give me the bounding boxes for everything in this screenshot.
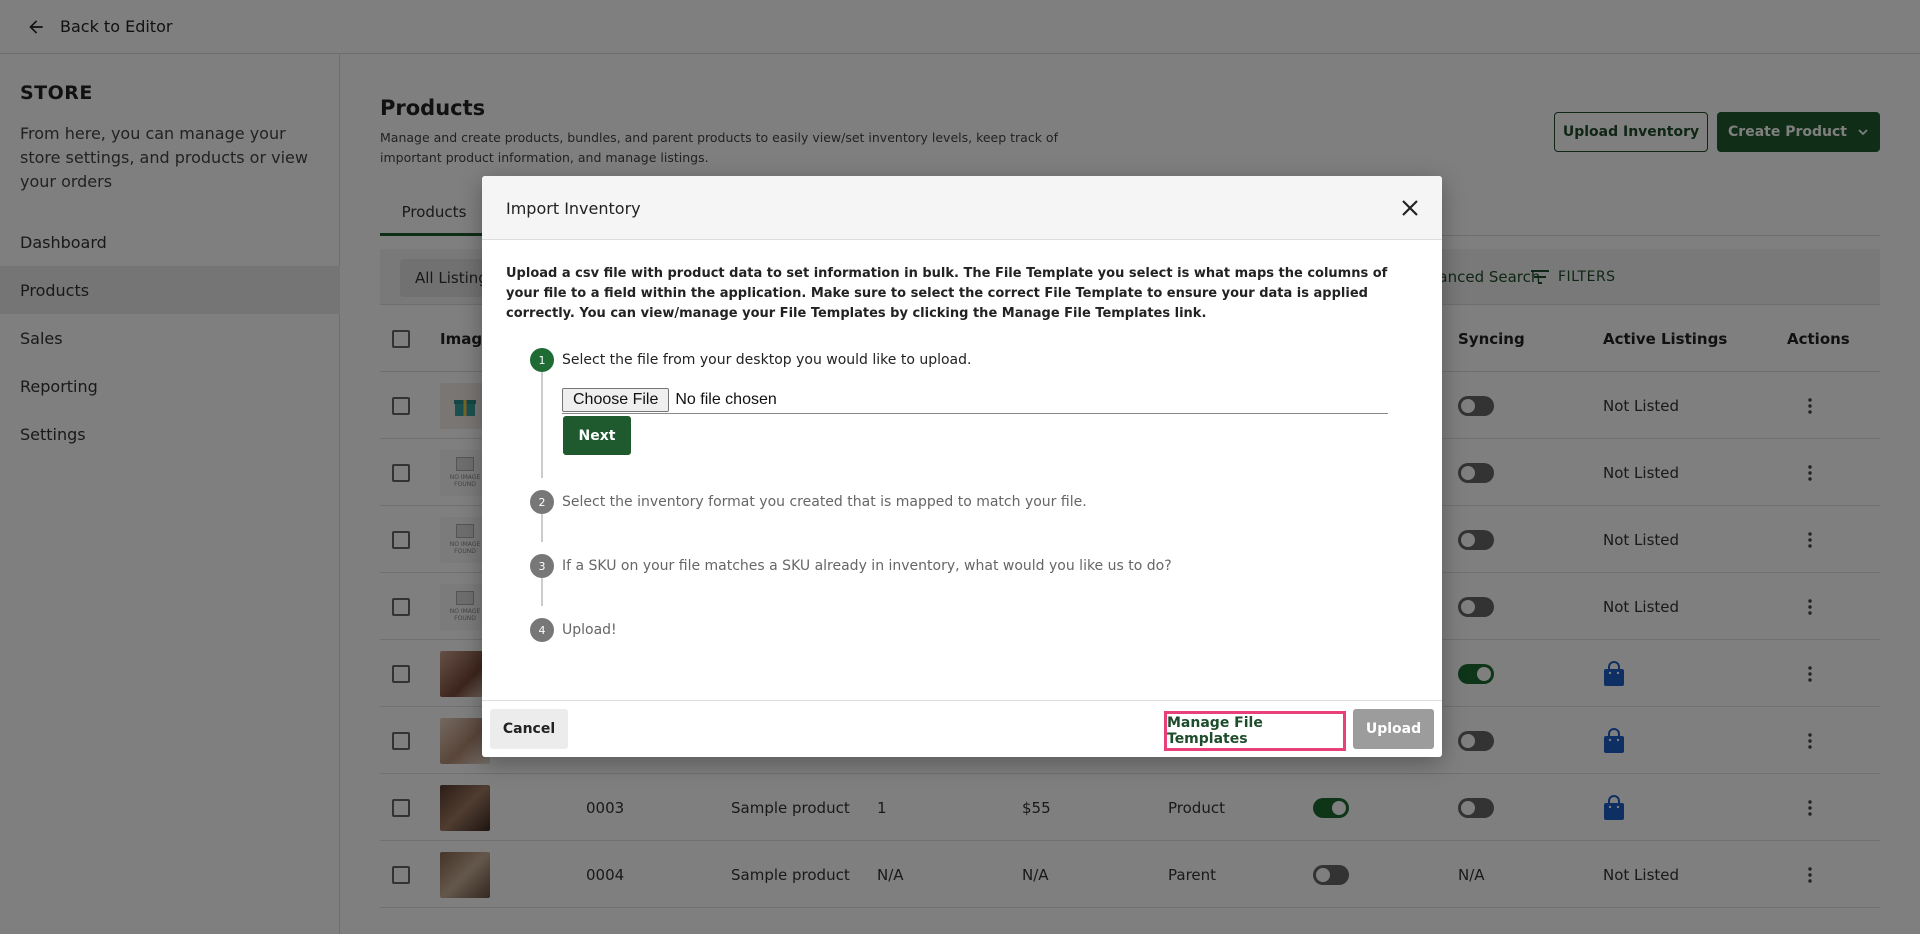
step-4: 4 Upload!: [530, 618, 617, 642]
modal-description: Upload a csv file with product data to s…: [506, 266, 1388, 321]
step-3-number: 3: [530, 554, 554, 578]
close-icon[interactable]: [1400, 198, 1420, 218]
step-4-number: 4: [530, 618, 554, 642]
step-1: 1 Select the file from your desktop you …: [530, 348, 971, 372]
step-2-label: Select the inventory format you created …: [562, 494, 1087, 510]
step-connector: [541, 514, 543, 542]
file-status: No file chosen: [675, 390, 777, 408]
upload-button[interactable]: Upload: [1353, 709, 1434, 749]
modal-footer: Cancel Manage File Templates Upload: [482, 700, 1442, 757]
manage-file-templates-button[interactable]: Manage File Templates: [1164, 711, 1346, 751]
next-button[interactable]: Next: [563, 416, 631, 455]
modal-title: Import Inventory: [506, 198, 641, 218]
step-3-label: If a SKU on your file matches a SKU alre…: [562, 558, 1172, 574]
step-connector: [541, 372, 543, 478]
step-1-number: 1: [530, 348, 554, 372]
step-4-label: Upload!: [562, 622, 617, 638]
choose-file-button[interactable]: Choose File: [562, 387, 670, 412]
step-connector: [541, 578, 543, 606]
cancel-button[interactable]: Cancel: [490, 709, 568, 749]
step-1-label: Select the file from your desktop you wo…: [562, 352, 972, 368]
import-inventory-modal: Import Inventory Upload a csv file with …: [482, 176, 1442, 757]
step-2-number: 2: [530, 490, 554, 514]
modal-header: Import Inventory: [482, 176, 1442, 240]
file-input[interactable]: Choose File No file chosen: [562, 386, 1388, 414]
step-2: 2 Select the inventory format you create…: [530, 490, 1087, 514]
step-3: 3 If a SKU on your file matches a SKU al…: [530, 554, 1172, 578]
